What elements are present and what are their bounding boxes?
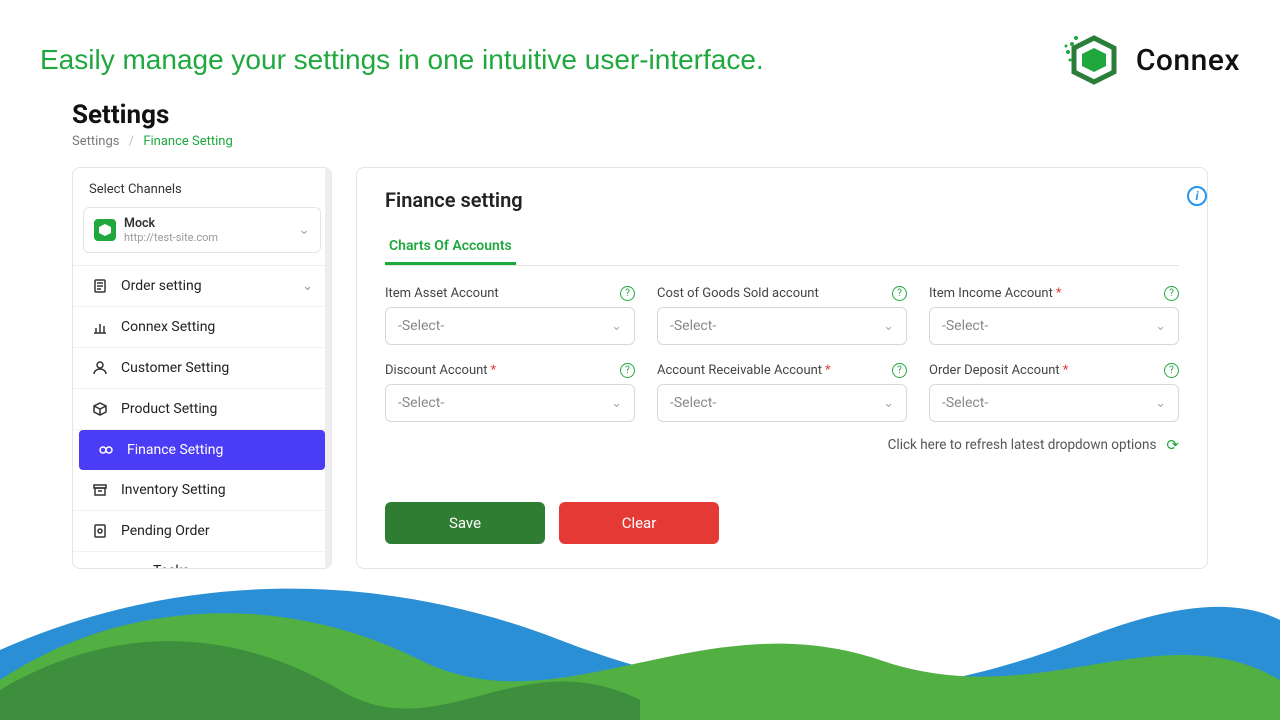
sidebar-item-finance-setting[interactable]: Finance Setting — [79, 430, 325, 470]
help-icon[interactable]: ? — [1164, 363, 1179, 378]
sidebar: Select Channels Mock http://test-site.co… — [72, 167, 332, 569]
field-label: Item Income Account — [929, 286, 1053, 301]
help-icon[interactable]: ? — [892, 286, 907, 301]
chevron-down-icon: ⌄ — [302, 279, 313, 294]
tab-charts-of-accounts[interactable]: Charts Of Accounts — [385, 230, 516, 265]
breadcrumb-separator: / — [129, 134, 134, 149]
brand-logo-icon — [1064, 30, 1124, 90]
clear-button[interactable]: Clear — [559, 502, 719, 544]
breadcrumb-current: Finance Setting — [143, 134, 232, 149]
sidebar-nav: Order setting ⌄ Connex Setting Customer … — [73, 265, 331, 569]
field-label: Account Receivable Account — [657, 363, 822, 378]
help-icon[interactable]: ? — [1164, 286, 1179, 301]
sidebar-item-label: Pending Order — [121, 523, 210, 539]
save-button[interactable]: Save — [385, 502, 545, 544]
sidebar-item-pending-order[interactable]: Pending Order — [73, 511, 331, 552]
box-icon — [91, 400, 109, 418]
sidebar-item-label: Customer Setting — [121, 360, 229, 376]
main-title: Finance setting — [385, 188, 1179, 212]
sidebar-item-label: Finance Setting — [127, 442, 223, 458]
field-cogs-account: Cost of Goods Sold account? -Select-⌄ — [657, 286, 907, 345]
field-label: Discount Account — [385, 363, 488, 378]
clipboard-icon — [91, 277, 109, 295]
channel-url: http://test-site.com — [124, 231, 290, 244]
chevron-down-icon: ⌄ — [1155, 396, 1166, 411]
sidebar-item-label: Inventory Setting — [121, 482, 226, 498]
select-order-deposit-account[interactable]: -Select-⌄ — [929, 384, 1179, 422]
channel-selector[interactable]: Mock http://test-site.com ⌄ — [83, 207, 321, 253]
brand-name: Connex — [1136, 43, 1240, 78]
channel-icon — [94, 219, 116, 241]
sidebar-item-tasks[interactable]: Tasks — [73, 552, 331, 569]
select-item-asset-account[interactable]: -Select-⌄ — [385, 307, 635, 345]
select-cogs-account[interactable]: -Select-⌄ — [657, 307, 907, 345]
select-account-receivable[interactable]: -Select-⌄ — [657, 384, 907, 422]
field-item-asset-account: Item Asset Account? -Select-⌄ — [385, 286, 635, 345]
required-indicator: * — [491, 363, 497, 378]
info-icon[interactable]: i — [1187, 186, 1207, 206]
field-label: Cost of Goods Sold account — [657, 286, 819, 301]
field-account-receivable: Account Receivable Account*? -Select-⌄ — [657, 363, 907, 422]
tagline: Easily manage your settings in one intui… — [40, 44, 764, 76]
sidebar-item-label: Tasks — [153, 563, 190, 569]
field-discount-account: Discount Account*? -Select-⌄ — [385, 363, 635, 422]
user-icon — [91, 359, 109, 377]
select-discount-account[interactable]: -Select-⌄ — [385, 384, 635, 422]
sidebar-item-label: Order setting — [121, 278, 202, 294]
help-icon[interactable]: ? — [620, 363, 635, 378]
sidebar-item-inventory-setting[interactable]: Inventory Setting — [73, 470, 331, 511]
sidebar-item-customer-setting[interactable]: Customer Setting — [73, 348, 331, 389]
refresh-text[interactable]: Click here to refresh latest dropdown op… — [888, 437, 1157, 453]
help-icon[interactable]: ? — [892, 363, 907, 378]
sidebar-item-label: Connex Setting — [121, 319, 215, 335]
field-item-income-account: Item Income Account*? -Select-⌄ — [929, 286, 1179, 345]
main-panel: Finance setting i Charts Of Accounts Ite… — [356, 167, 1208, 569]
refresh-icon[interactable]: ⟳ — [1166, 436, 1179, 454]
field-order-deposit-account: Order Deposit Account*? -Select-⌄ — [929, 363, 1179, 422]
decorative-wave — [0, 550, 1280, 720]
breadcrumb: Settings / Finance Setting — [72, 134, 1208, 149]
field-label: Order Deposit Account — [929, 363, 1060, 378]
page-title: Settings — [72, 100, 1208, 130]
required-indicator: * — [1063, 363, 1069, 378]
sidebar-channels-label: Select Channels — [73, 182, 331, 207]
sidebar-item-product-setting[interactable]: Product Setting — [73, 389, 331, 430]
archive-icon — [91, 481, 109, 499]
breadcrumb-root[interactable]: Settings — [72, 134, 119, 149]
chevron-down-icon: ⌄ — [883, 319, 894, 334]
chevron-down-icon: ⌄ — [611, 319, 622, 334]
brand: Connex — [1064, 30, 1240, 90]
chevron-down-icon: ⌄ — [298, 222, 310, 238]
bar-chart-icon — [91, 318, 109, 336]
sidebar-item-order-setting[interactable]: Order setting ⌄ — [73, 266, 331, 307]
finance-icon — [97, 441, 115, 459]
chevron-down-icon: ⌄ — [1155, 319, 1166, 334]
required-indicator: * — [1056, 286, 1062, 301]
chevron-down-icon: ⌄ — [883, 396, 894, 411]
chevron-down-icon: ⌄ — [611, 396, 622, 411]
select-item-income-account[interactable]: -Select-⌄ — [929, 307, 1179, 345]
channel-name: Mock — [124, 216, 290, 231]
sidebar-item-label: Product Setting — [121, 401, 217, 417]
sidebar-item-connex-setting[interactable]: Connex Setting — [73, 307, 331, 348]
field-label: Item Asset Account — [385, 286, 499, 301]
pending-icon — [91, 522, 109, 540]
required-indicator: * — [825, 363, 831, 378]
help-icon[interactable]: ? — [620, 286, 635, 301]
